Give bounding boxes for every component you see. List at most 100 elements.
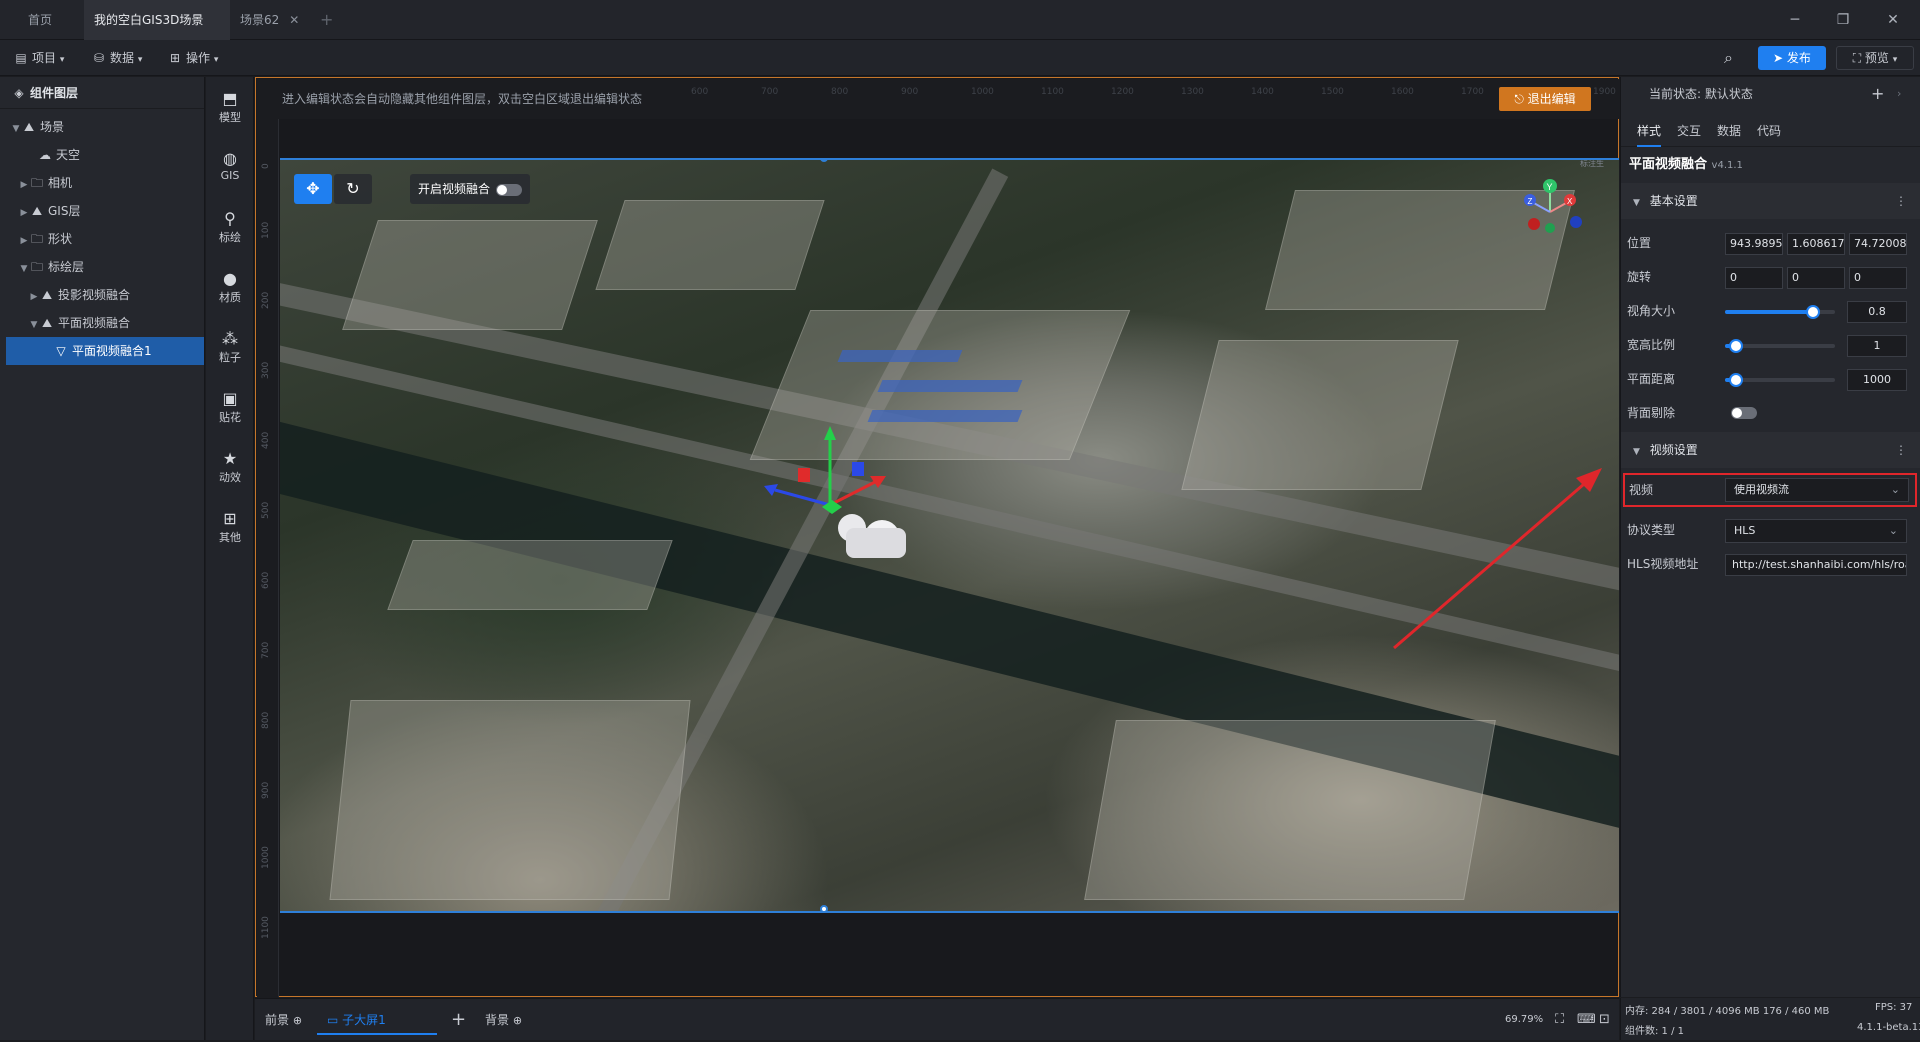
tab-scene62[interactable]: 场景62 ✕	[230, 0, 309, 40]
menu-project[interactable]: ▤ 项目 ▾	[14, 40, 64, 76]
search-button[interactable]: ⌕	[1724, 40, 1733, 76]
rotate-tool-button[interactable]: ↻	[334, 174, 372, 204]
more-vertical-icon[interactable]: ⋮	[1895, 183, 1907, 219]
gizmo-plane-xy[interactable]	[798, 468, 810, 482]
tab-gis3d-scene[interactable]: 我的空白GIS3D场景	[84, 0, 230, 65]
zoom-level[interactable]: 69.79%	[1505, 999, 1543, 1041]
caret-down-icon[interactable]: ▼	[10, 115, 22, 143]
tab-code[interactable]: 代码	[1757, 115, 1781, 147]
video-fusion-icon: ⛰	[41, 316, 53, 330]
resize-handle-bottom[interactable]	[820, 905, 828, 911]
tab-home[interactable]: 首页	[18, 0, 62, 40]
foreground-button[interactable]: 前景 ⊕	[265, 999, 302, 1041]
icon-bar-gis[interactable]: ◍ GIS	[206, 149, 254, 182]
caret-down-icon[interactable]: ▼	[28, 311, 40, 339]
menu-operation[interactable]: ⊞ 操作 ▾	[168, 40, 218, 76]
tab-close-icon[interactable]: ✕	[289, 13, 299, 27]
add-circle-icon[interactable]: ⊕	[513, 1014, 522, 1027]
position-x-input[interactable]: 943.98951	[1725, 233, 1783, 255]
icon-bar-other[interactable]: ⊞ 其他	[206, 509, 254, 545]
move-tool-button[interactable]: ✥	[294, 174, 332, 204]
video-source-select[interactable]: 使用视频流 ⌄	[1725, 478, 1909, 502]
minimize-button[interactable]: ─	[1772, 0, 1818, 40]
gizmo-z-axis[interactable]	[774, 488, 831, 507]
icon-bar-effect[interactable]: ★ 动效	[206, 449, 254, 485]
console-button[interactable]: ⊡	[1599, 999, 1610, 1041]
fps-counter: FPS: 37	[1875, 1002, 1913, 1013]
caret-right-icon[interactable]: ▶	[18, 227, 30, 255]
screen-tab-active[interactable]: ▭ 子大屏1	[317, 1005, 437, 1035]
icon-bar-plot[interactable]: ⚲ 标绘	[206, 209, 254, 245]
current-state[interactable]: 当前状态: 默认状态	[1649, 77, 1753, 111]
caret-right-icon[interactable]: ▶	[18, 171, 30, 199]
tree-item-gis-layer[interactable]: ▶ ⛰ GIS层	[0, 197, 204, 225]
section-video-settings[interactable]: ▼ 视频设置 ⋮	[1621, 432, 1920, 468]
tree-item-camera[interactable]: ▶ 🗀 相机	[0, 169, 204, 197]
tab-interaction[interactable]: 交互	[1677, 115, 1701, 147]
aspect-row: 宽高比例 1	[1621, 328, 1920, 362]
tree-item-scene[interactable]: ▼ ⛰ 场景	[0, 113, 204, 141]
rotation-z-input[interactable]: 0	[1849, 267, 1907, 289]
svg-text:Y: Y	[1547, 182, 1553, 192]
rotation-y-input[interactable]: 0	[1787, 267, 1845, 289]
tree-item-plane-video-1[interactable]: ▽ 平面视频融合1	[6, 337, 204, 365]
component-title: 平面视频融合 v4.1.1	[1629, 153, 1743, 177]
caret-right-icon[interactable]: ▶	[28, 283, 40, 311]
more-vertical-icon[interactable]: ⋮	[1895, 432, 1907, 468]
position-y-input[interactable]: 1.6086176:	[1787, 233, 1845, 255]
keyboard-button[interactable]: ⌨	[1577, 999, 1596, 1041]
screen-tab-label: 子大屏1	[342, 1013, 386, 1027]
aspect-slider-knob[interactable]	[1729, 339, 1743, 353]
background-button[interactable]: 背景 ⊕	[485, 999, 522, 1041]
plane-distance-input[interactable]: 1000	[1847, 369, 1907, 391]
close-button[interactable]: ✕	[1870, 0, 1916, 40]
maximize-button[interactable]: ❐	[1820, 0, 1866, 40]
tab-data[interactable]: 数据	[1717, 115, 1741, 147]
tree-item-shape[interactable]: ▶ 🗀 形状	[0, 225, 204, 253]
caret-down-icon[interactable]: ▼	[18, 255, 30, 283]
resize-handle-top[interactable]	[820, 160, 828, 162]
icon-bar-material[interactable]: ● 材质	[206, 269, 254, 305]
menu-data[interactable]: ⛁ 数据 ▾	[92, 40, 142, 76]
rotation-x-input[interactable]: 0	[1725, 267, 1783, 289]
backface-toggle[interactable]	[1731, 407, 1757, 419]
video-fusion-switch[interactable]	[496, 183, 523, 196]
fov-slider-knob[interactable]	[1806, 305, 1820, 319]
tree-item-plot-layer[interactable]: ▼ 🗀 标绘层	[0, 253, 204, 281]
tree-item-projection-video[interactable]: ▶ ⛰ 投影视频融合	[0, 281, 204, 309]
icon-bar-decal[interactable]: ▣ 贴花	[206, 389, 254, 425]
preview-button[interactable]: ⛶ 预览 ▾	[1836, 46, 1914, 70]
add-state-button[interactable]: +	[1871, 77, 1884, 111]
exit-edit-button[interactable]: ⎋ 退出编辑	[1499, 87, 1591, 111]
protocol-select[interactable]: HLS ⌄	[1725, 519, 1907, 543]
camera-model-icon[interactable]	[838, 514, 906, 558]
add-screen-button[interactable]: +	[451, 999, 466, 1041]
tree-item-plane-video[interactable]: ▼ ⛰ 平面视频融合	[0, 309, 204, 337]
new-tab-button[interactable]: +	[310, 0, 343, 40]
folder-icon: 🗀	[30, 232, 43, 246]
transform-gizmo[interactable]	[760, 410, 930, 570]
position-z-input[interactable]: 74.720081	[1849, 233, 1907, 255]
icon-bar-model[interactable]: ⬒ 模型	[206, 89, 254, 125]
expand-state-button[interactable]: ›	[1897, 77, 1901, 111]
backface-cull-row: 背面剔除	[1621, 396, 1920, 430]
publish-button[interactable]: ➤ 发布	[1758, 46, 1826, 70]
video-fusion-toggle[interactable]: 开启视频融合	[410, 174, 531, 204]
model-icon: ⬒	[222, 89, 238, 108]
gizmo-y-arrow[interactable]	[824, 426, 836, 440]
tree-item-sky[interactable]: ☁ 天空	[0, 141, 204, 169]
add-circle-icon[interactable]: ⊕	[293, 1014, 302, 1027]
aspect-input[interactable]: 1	[1847, 335, 1907, 357]
hls-url-input[interactable]: http://test.shanhaibi.com/hls/roac	[1725, 554, 1907, 576]
section-basic-settings[interactable]: ▼ 基本设置 ⋮	[1621, 183, 1920, 219]
plane-distance-slider-knob[interactable]	[1729, 373, 1743, 387]
tab-style[interactable]: 样式	[1637, 115, 1662, 147]
fov-input[interactable]: 0.8	[1847, 301, 1907, 323]
editor-canvas[interactable]: 600 700 800 900 1000 1100 1200 1300 1400…	[255, 77, 1619, 997]
axis-compass-icon[interactable]: Y X Z	[1520, 176, 1590, 246]
gizmo-x-axis[interactable]	[829, 480, 876, 507]
caret-right-icon[interactable]: ▶	[18, 199, 30, 227]
gizmo-plane-yz[interactable]	[852, 462, 864, 476]
fit-screen-button[interactable]: ⛶	[1555, 999, 1564, 1041]
icon-bar-particle[interactable]: ⁂ 粒子	[206, 329, 254, 365]
